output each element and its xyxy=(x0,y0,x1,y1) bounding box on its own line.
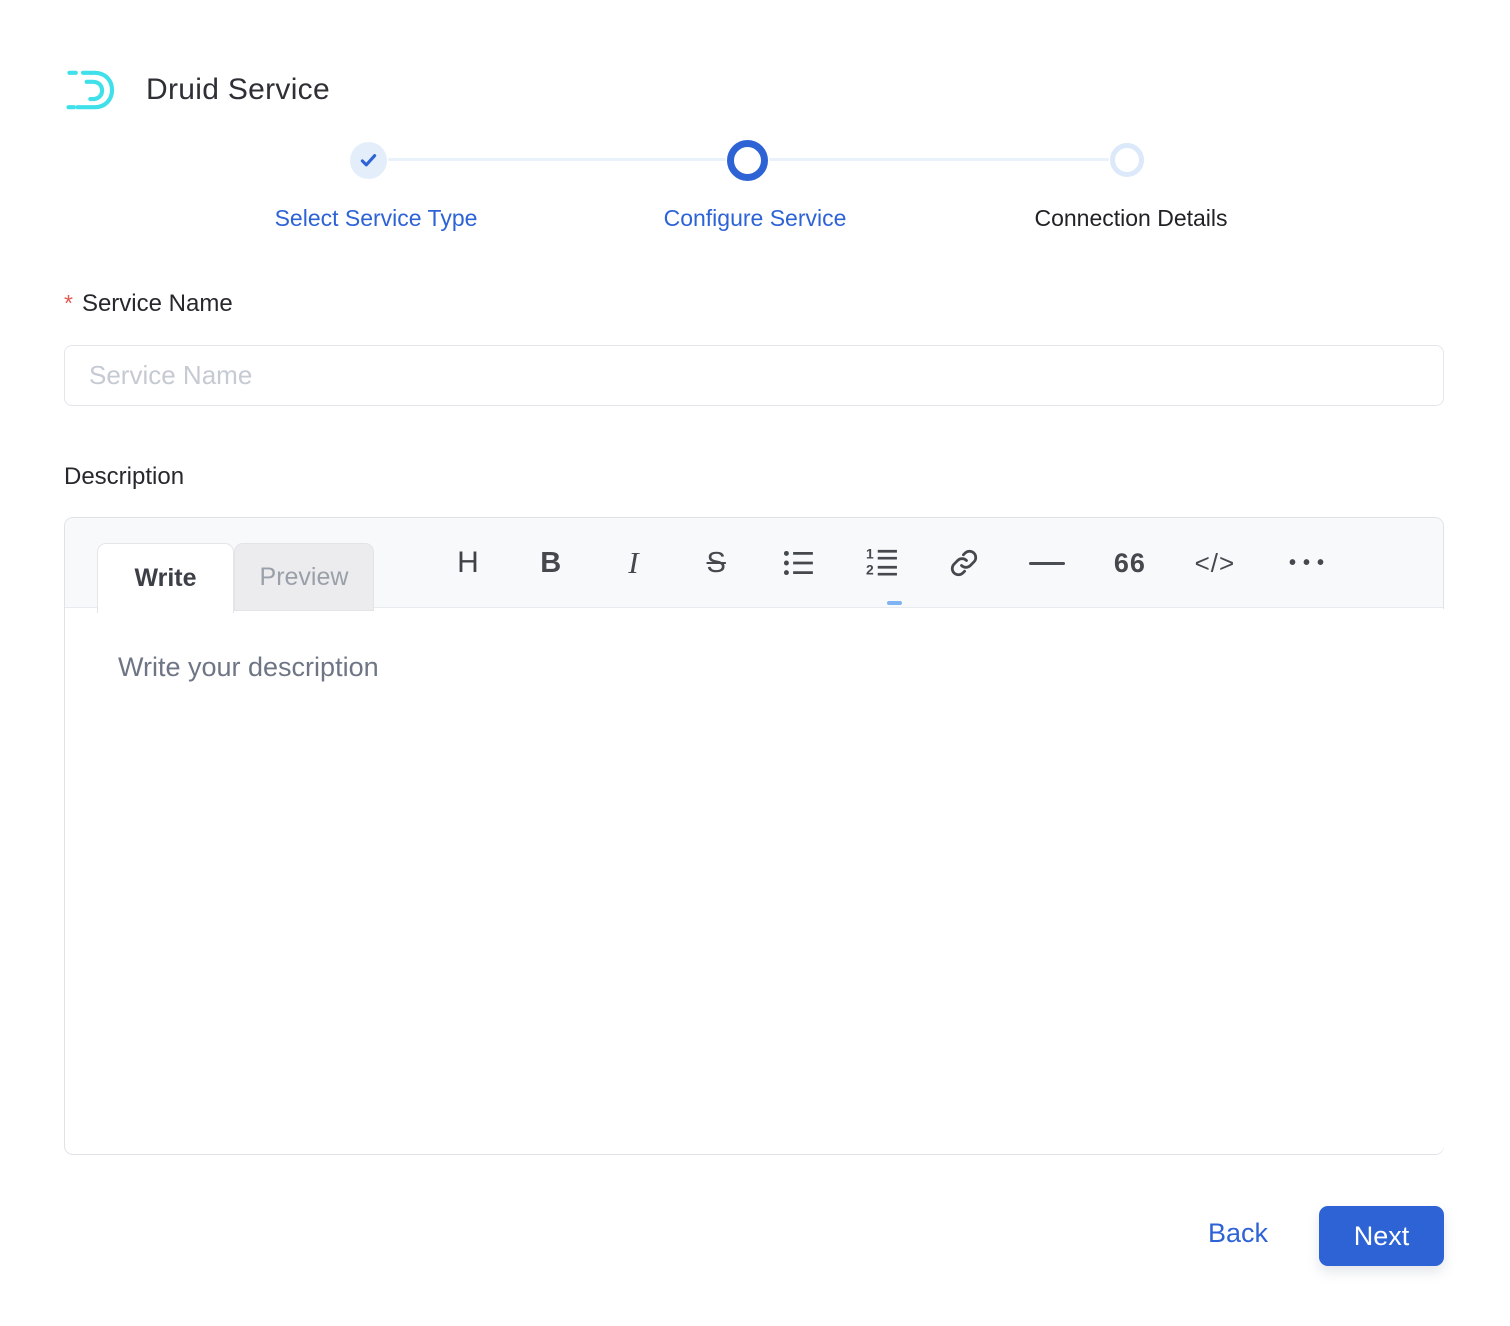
step-completed-indicator[interactable] xyxy=(350,142,387,179)
description-editor: Write Preview H B I S 1 2 66 </> ••• Wri… xyxy=(64,517,1444,1155)
service-name-label-text: Service Name xyxy=(81,290,233,317)
step-label-configure-service[interactable]: Configure Service xyxy=(664,205,847,232)
description-label: Description xyxy=(64,463,185,490)
service-name-label: * Service Name xyxy=(64,290,233,318)
check-icon xyxy=(360,154,377,167)
tab-write[interactable]: Write xyxy=(97,543,234,613)
header: Druid Service xyxy=(64,64,330,116)
stepper-connector xyxy=(769,158,1109,161)
quote-icon[interactable]: 66 xyxy=(1112,538,1148,588)
italic-icon[interactable]: I xyxy=(615,538,651,588)
tab-preview[interactable]: Preview xyxy=(234,543,374,611)
svg-text:2: 2 xyxy=(866,562,874,578)
next-button[interactable]: Next xyxy=(1319,1206,1444,1266)
step-label-select-service-type[interactable]: Select Service Type xyxy=(275,205,478,232)
service-name-input[interactable] xyxy=(64,345,1444,406)
toolbar-buttons: H B I S 1 2 66 </> ••• xyxy=(450,518,1331,608)
svg-text:1: 1 xyxy=(866,547,874,562)
unordered-list-icon[interactable] xyxy=(781,538,817,588)
step-label-connection-details[interactable]: Connection Details xyxy=(1034,205,1227,232)
code-icon[interactable]: </> xyxy=(1195,538,1236,588)
ordered-list-icon[interactable]: 1 2 xyxy=(864,538,900,588)
editor-toolbar: Write Preview H B I S 1 2 66 </> ••• xyxy=(65,518,1443,613)
ordered-list-focus-indicator xyxy=(887,601,902,605)
page-title: Druid Service xyxy=(146,73,330,106)
more-icon[interactable]: ••• xyxy=(1282,538,1331,588)
stepper-connector xyxy=(388,158,726,161)
druid-service-wizard: Druid Service Select Service Type Config… xyxy=(0,0,1510,1326)
step-upcoming-indicator[interactable] xyxy=(1110,143,1144,177)
druid-logo-icon xyxy=(64,64,122,116)
horizontal-rule-icon[interactable] xyxy=(1029,538,1066,588)
description-textarea[interactable] xyxy=(66,609,1444,1154)
required-asterisk: * xyxy=(64,290,73,316)
heading-icon[interactable]: H xyxy=(450,538,486,588)
bold-icon[interactable]: B xyxy=(533,538,569,588)
back-button[interactable]: Back xyxy=(1204,1218,1272,1249)
link-icon[interactable] xyxy=(946,538,982,588)
strikethrough-icon[interactable]: S xyxy=(698,538,734,588)
step-active-indicator[interactable] xyxy=(727,140,768,181)
